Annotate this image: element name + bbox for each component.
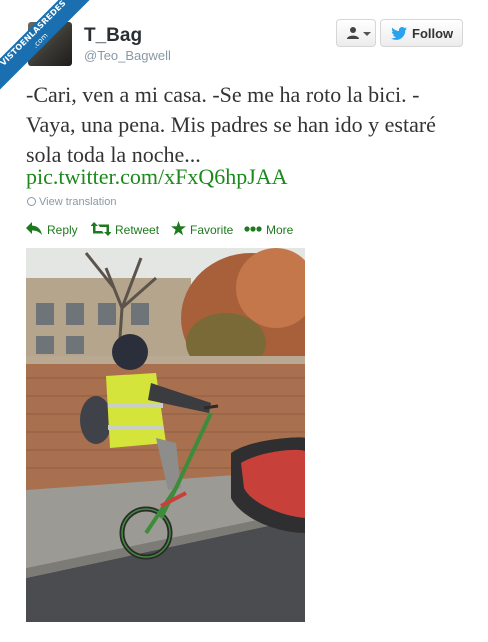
retweet-label: Retweet bbox=[115, 223, 160, 237]
person-icon bbox=[347, 27, 359, 39]
twitter-bird-icon bbox=[391, 27, 407, 40]
globe-icon bbox=[27, 197, 36, 206]
tweet-media-link[interactable]: pic.twitter.com/xFxQ6hpJAA bbox=[26, 164, 288, 190]
reply-icon bbox=[26, 222, 42, 235]
tweet-photo[interactable] bbox=[26, 248, 305, 622]
star-icon bbox=[171, 221, 186, 236]
more-label: More bbox=[266, 223, 294, 237]
retweet-icon bbox=[91, 222, 111, 236]
follow-label: Follow bbox=[412, 26, 454, 41]
view-translation-link[interactable]: View translation bbox=[27, 196, 116, 208]
chevron-down-icon bbox=[363, 32, 371, 36]
cyclist-photo bbox=[26, 248, 305, 622]
watermark-ribbon: VISTOENLASREDES .com bbox=[0, 0, 110, 110]
favorite-label: Favorite bbox=[190, 223, 234, 237]
tweet-card: VISTOENLASREDES .com T_Bag @Teo_Bagwell … bbox=[0, 0, 488, 642]
follow-button[interactable]: Follow bbox=[380, 19, 463, 47]
reply-label: Reply bbox=[47, 223, 78, 237]
more-dots-icon bbox=[244, 226, 262, 232]
watermark-text: VISTOENLASREDES bbox=[0, 0, 68, 68]
view-translation-label: View translation bbox=[39, 196, 117, 208]
user-actions-button[interactable] bbox=[336, 19, 376, 47]
